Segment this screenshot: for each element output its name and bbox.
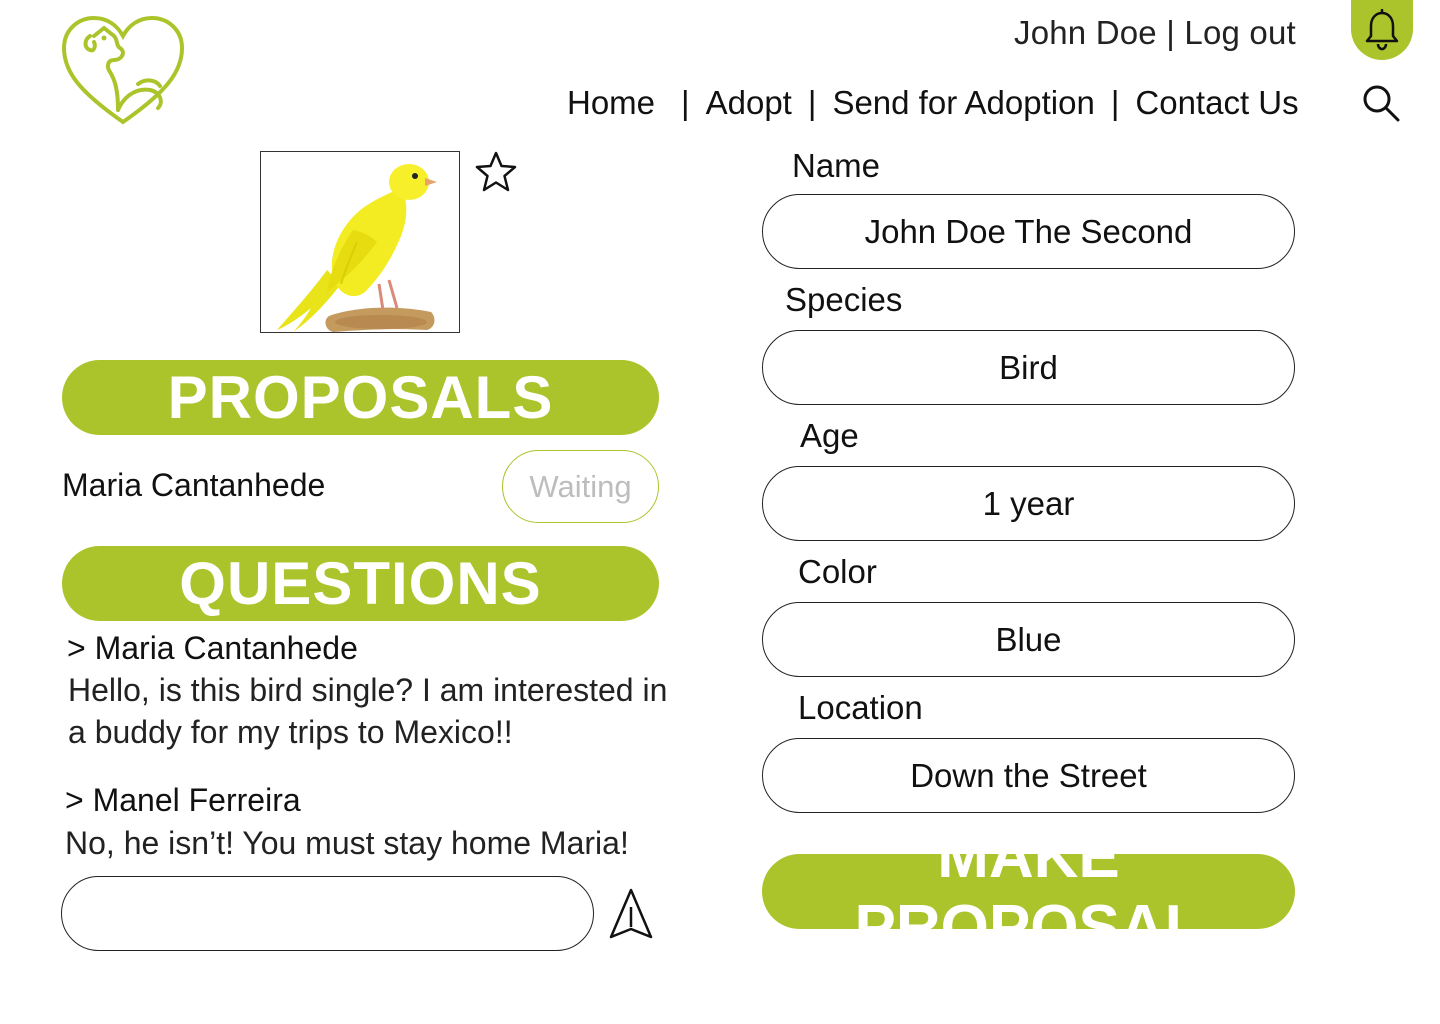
location-label: Location bbox=[798, 689, 923, 726]
canary-photo-icon bbox=[261, 152, 459, 332]
user-account: John Doe | Log out bbox=[1014, 14, 1296, 52]
nav-separator: | bbox=[681, 84, 690, 121]
search-icon bbox=[1363, 85, 1400, 122]
nav-adopt[interactable]: Adopt bbox=[706, 84, 792, 122]
nav-contact-us[interactable]: Contact Us bbox=[1135, 84, 1298, 122]
main-nav: Home | Adopt | Send for Adoption | Conta… bbox=[567, 82, 1299, 124]
search-button[interactable] bbox=[1360, 82, 1402, 124]
questions-heading: QUESTIONS bbox=[62, 546, 659, 621]
species-label: Species bbox=[785, 281, 903, 318]
site-logo[interactable] bbox=[60, 14, 186, 128]
notifications-button[interactable] bbox=[1351, 0, 1413, 60]
pet-photo bbox=[260, 151, 460, 333]
proposal-status-badge: Waiting bbox=[502, 450, 659, 523]
make-proposal-button[interactable]: MAKE PROPOSAL bbox=[762, 822, 1295, 962]
send-arrow-icon bbox=[609, 888, 653, 939]
color-label: Color bbox=[798, 553, 877, 590]
bell-icon bbox=[1365, 9, 1399, 51]
nav-home[interactable]: Home bbox=[567, 84, 655, 122]
color-field: Blue bbox=[762, 602, 1295, 677]
heart-dog-cat-logo-icon bbox=[61, 15, 185, 125]
star-outline-icon bbox=[475, 151, 517, 192]
user-name[interactable]: John Doe bbox=[1014, 14, 1157, 51]
user-separator: | bbox=[1166, 14, 1176, 51]
name-field: John Doe The Second bbox=[762, 194, 1295, 269]
question-input[interactable] bbox=[61, 876, 594, 951]
nav-send-for-adoption[interactable]: Send for Adoption bbox=[832, 84, 1094, 122]
species-field: Bird bbox=[762, 330, 1295, 405]
logout-link[interactable]: Log out bbox=[1184, 14, 1296, 51]
answer-author: > Manel Ferreira bbox=[65, 782, 301, 818]
send-question-button[interactable] bbox=[606, 886, 656, 942]
answer-text: No, he isn’t! You must stay home Maria! bbox=[65, 825, 629, 861]
name-label: Name bbox=[792, 147, 881, 184]
nav-separator: | bbox=[1110, 84, 1120, 121]
age-label: Age bbox=[800, 417, 859, 454]
question-text: Hello, is this bird single? I am interes… bbox=[68, 672, 668, 750]
age-field: 1 year bbox=[762, 466, 1295, 541]
question-author: > Maria Cantanhede bbox=[67, 630, 358, 666]
nav-separator: | bbox=[807, 84, 817, 121]
location-field: Down the Street bbox=[762, 738, 1295, 813]
favorite-button[interactable] bbox=[473, 150, 519, 194]
proposals-heading: PROPOSALS bbox=[62, 360, 659, 435]
proposal-applicant-name: Maria Cantanhede bbox=[62, 467, 326, 503]
